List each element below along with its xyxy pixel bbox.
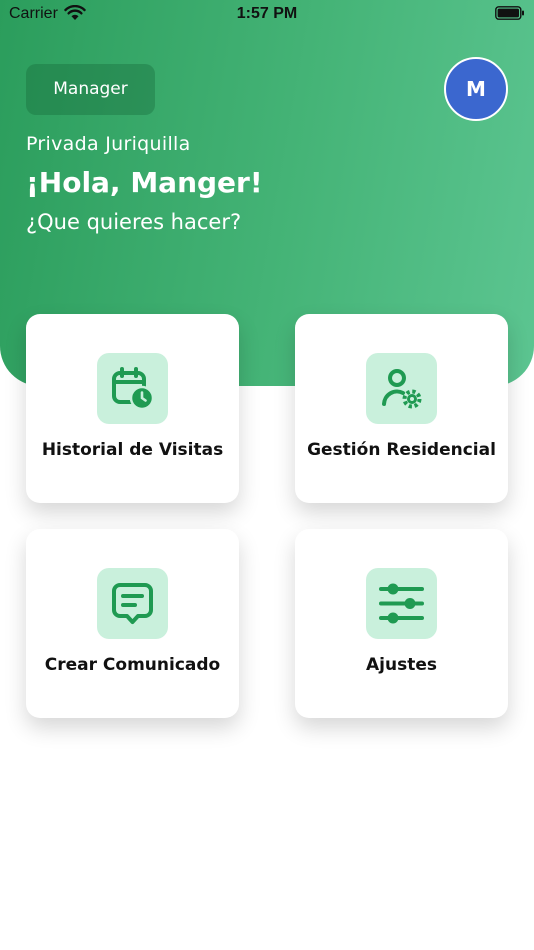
settings-icon-box [366,568,437,639]
calendar-clock-icon [112,367,155,411]
visit-history-card[interactable]: Historial de Visitas [26,314,239,503]
site-name: Privada Juriquilla [26,133,191,155]
visit-history-label: Historial de Visitas [41,440,224,460]
status-time: 1:57 PM [236,5,298,22]
avatar[interactable]: M [444,57,508,121]
greeting-title: ¡Hola, Manger! [26,166,263,199]
residential-management-label: Gestión Residencial [307,440,496,460]
visit-history-icon-box [97,353,168,424]
status-bar: Carrier 1:57 PM [0,0,534,30]
role-badge[interactable]: Manager [26,64,155,115]
user-gear-icon [382,369,422,409]
create-announcement-label: Crear Comunicado [44,655,221,675]
message-icon [112,583,153,624]
settings-card[interactable]: Ajustes [295,529,508,718]
residential-management-card[interactable]: Gestión Residencial [295,314,508,503]
settings-label: Ajustes [366,655,437,675]
create-announcement-card[interactable]: Crear Comunicado [26,529,239,718]
residential-management-icon-box [366,353,437,424]
prompt-subtitle: ¿Que quieres hacer? [26,210,242,234]
sliders-icon [379,583,424,624]
battery-icon [495,6,524,20]
create-announcement-icon-box [97,568,168,639]
